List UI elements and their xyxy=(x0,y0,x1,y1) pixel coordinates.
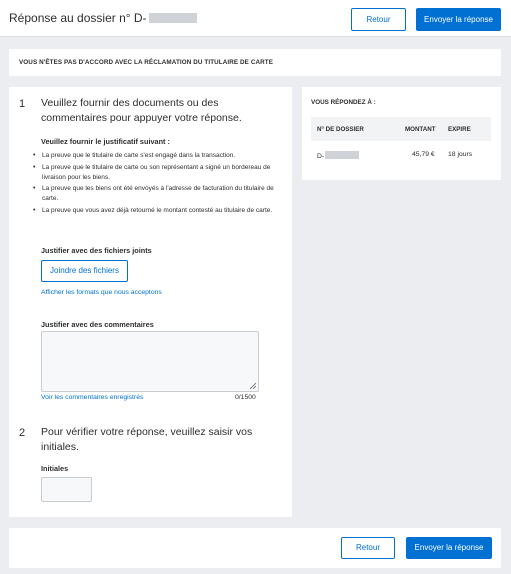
attach-files-button[interactable]: Joindre des fichiers xyxy=(41,260,128,282)
redacted-case-number xyxy=(148,13,197,23)
page-title: Réponse au dossier n° D- xyxy=(9,11,197,25)
saved-comments-link[interactable]: Voir les commentaires enregistrés xyxy=(41,394,143,401)
requirement-item: La preuve que le titulaire de carte s'es… xyxy=(33,151,283,161)
requirement-item: La preuve que le titulaire de carte ou s… xyxy=(33,163,283,183)
step-1-number: 1 xyxy=(19,98,26,110)
step-2-text: Pour vérifier votre réponse, veuillez sa… xyxy=(41,426,253,453)
character-counter: 0/1500 xyxy=(235,394,256,401)
page-title-text: Réponse au dossier n° D- xyxy=(9,11,147,25)
files-heading: Justifier avec des fichiers joints xyxy=(41,246,152,255)
requirement-item: La preuve que les biens ont été envoyés … xyxy=(33,184,283,204)
case-number-cell: D- xyxy=(317,151,360,160)
initials-input[interactable] xyxy=(41,477,92,502)
case-prefix: D- xyxy=(317,153,325,160)
summary-title: VOUS RÉPONDEZ À : xyxy=(311,99,376,106)
step-1-text: Veuillez fournir des documents ou des co… xyxy=(41,97,242,124)
comments-heading: Justifier avec des commentaires xyxy=(41,320,154,329)
comments-textarea[interactable] xyxy=(41,331,259,392)
banner-text: VOUS N'ÊTES PAS D'ACCORD AVEC LA RÉCLAMA… xyxy=(19,59,274,66)
header-submit-button[interactable]: Envoyer la réponse xyxy=(416,8,501,31)
evidence-heading: Veuillez fournir le justificatif suivant… xyxy=(41,137,170,146)
column-expires: EXPIRE xyxy=(448,126,471,133)
step-2-number: 2 xyxy=(19,427,26,439)
page-header: Réponse au dossier n° D- Retour Envoyer … xyxy=(0,0,511,37)
amount-cell: 45,79 € xyxy=(412,151,435,158)
redacted-case-number xyxy=(325,151,360,159)
requirement-item: La preuve que vous avez déjà retourné le… xyxy=(33,206,283,216)
page-footer: Retour Envoyer la réponse xyxy=(9,528,501,568)
footer-back-button[interactable]: Retour xyxy=(341,537,395,559)
disagreement-banner: VOUS N'ÊTES PAS D'ACCORD AVEC LA RÉCLAMA… xyxy=(9,49,501,76)
column-amount: MONTANT xyxy=(405,126,436,133)
footer-submit-button[interactable]: Envoyer la réponse xyxy=(406,537,492,559)
header-back-button[interactable]: Retour xyxy=(351,8,406,31)
accepted-formats-link[interactable]: Afficher les formats que nous acceptons xyxy=(41,289,162,296)
initials-label: Initiales xyxy=(41,464,69,473)
evidence-requirements-list: La preuve que le titulaire de carte s'es… xyxy=(33,151,283,217)
column-case-number: N° DE DOSSIER xyxy=(317,126,364,133)
expires-cell: 18 jours xyxy=(448,151,473,158)
resize-grip-icon[interactable] xyxy=(250,383,256,389)
